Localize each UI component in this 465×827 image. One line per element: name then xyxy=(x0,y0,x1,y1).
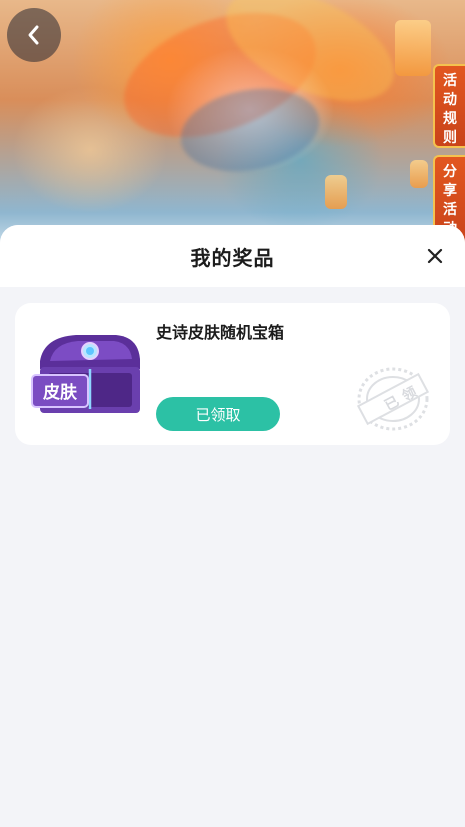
chevron-left-icon xyxy=(28,25,39,45)
claimed-stamp: 已领 xyxy=(353,363,433,433)
chest-label: 皮肤 xyxy=(43,382,78,403)
tab-char: 则 xyxy=(443,130,457,146)
sheet-title: 我的奖品 xyxy=(190,245,275,270)
hero-banner: 活 动 规 则 分 享 活 动 xyxy=(0,0,465,250)
lantern-decoration xyxy=(325,175,347,209)
sheet-header: 我的奖品 xyxy=(0,225,465,287)
tab-char: 动 xyxy=(443,92,457,108)
lantern-decoration xyxy=(410,160,428,188)
chest-image: 皮肤 xyxy=(31,335,140,413)
tab-char: 活 xyxy=(443,73,457,89)
tab-char: 分 xyxy=(443,164,457,180)
activity-rules-tab[interactable]: 活 动 规 则 xyxy=(433,64,465,148)
tab-char: 享 xyxy=(443,183,457,199)
tab-char: 规 xyxy=(443,111,457,127)
lantern-decoration xyxy=(395,20,431,76)
close-icon xyxy=(427,248,443,264)
close-button[interactable] xyxy=(421,242,449,270)
prize-name: 史诗皮肤随机宝箱 xyxy=(156,323,285,342)
my-prizes-sheet: 我的奖品 皮肤 史诗皮肤随机宝箱 已领取 已领 xyxy=(0,225,465,827)
tab-char: 活 xyxy=(443,202,457,218)
claimed-button[interactable]: 已领取 xyxy=(156,397,280,431)
prize-card: 皮肤 史诗皮肤随机宝箱 已领取 已领 xyxy=(15,303,450,445)
back-button[interactable] xyxy=(7,8,61,62)
